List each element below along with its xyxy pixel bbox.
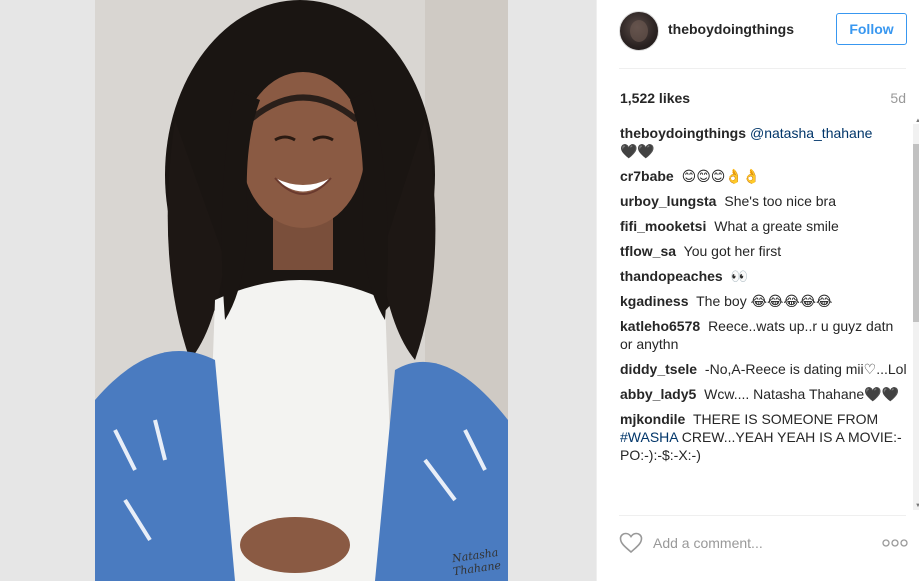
photo-area: Natasha Thahane xyxy=(0,0,596,581)
comment-text: Wcw.... Natasha Thahane🖤🖤 xyxy=(704,386,900,402)
comment-user[interactable]: abby_lady5 xyxy=(620,386,696,402)
post-header: theboydoingthings Follow xyxy=(597,0,919,68)
footer-divider xyxy=(619,515,906,516)
comment-text: What a greate smile xyxy=(714,218,839,234)
comment-text: The boy 😂😂😂😂😂 xyxy=(696,293,833,309)
comment-text: She's too nice bra xyxy=(724,193,836,209)
comment-user[interactable]: mjkondile xyxy=(620,411,685,427)
comment-hashtag[interactable]: #WASHA xyxy=(620,429,678,445)
comment-user[interactable]: kgadiness xyxy=(620,293,688,309)
comment-text: 😊😊😊👌👌 xyxy=(681,168,761,184)
comments-scrollbar[interactable] xyxy=(913,124,919,510)
scroll-up-arrow-icon[interactable]: ▲ xyxy=(915,118,919,124)
comment-item: diddy_tsele -No,A-Reece is dating mii♡..… xyxy=(620,360,908,378)
post-photo[interactable]: Natasha Thahane xyxy=(95,0,508,581)
comment-user[interactable]: urboy_lungsta xyxy=(620,193,716,209)
comment-text: THERE IS SOMEONE FROM xyxy=(693,411,879,427)
photo-illustration xyxy=(95,0,508,581)
username-link[interactable]: theboydoingthings xyxy=(668,21,794,37)
post-time[interactable]: 5d xyxy=(890,90,906,106)
heart-icon[interactable] xyxy=(619,532,643,554)
comment-user[interactable]: cr7babe xyxy=(620,168,674,184)
comments-list: theboydoingthings @natasha_thahane 🖤🖤 cr7… xyxy=(620,124,908,509)
comment-user[interactable]: tflow_sa xyxy=(620,243,676,259)
avatar[interactable] xyxy=(619,11,659,51)
comment-text: You got her first xyxy=(683,243,782,259)
scrollbar-thumb[interactable] xyxy=(913,144,919,322)
scroll-down-arrow-icon[interactable]: ▼ xyxy=(915,503,919,509)
comment-user[interactable]: diddy_tsele xyxy=(620,361,697,377)
comment-user[interactable]: thandopeaches xyxy=(620,268,723,284)
follow-button[interactable]: Follow xyxy=(836,13,907,45)
comment-user[interactable]: fifi_mooketsi xyxy=(620,218,706,234)
comment-text: 🖤🖤 xyxy=(620,143,655,159)
comment-text: -No,A-Reece is dating mii♡...Lol xyxy=(704,361,907,377)
comment-text: 👀 xyxy=(730,268,749,284)
comment-item: cr7babe 😊😊😊👌👌 xyxy=(620,167,908,185)
comment-item: fifi_mooketsi What a greate smile xyxy=(620,217,908,235)
post-details-panel: theboydoingthings Follow 1,522 likes 5d … xyxy=(596,0,919,581)
comment-mention[interactable]: @natasha_thahane xyxy=(750,125,872,141)
comment-item: theboydoingthings @natasha_thahane 🖤🖤 xyxy=(620,124,908,160)
comment-user[interactable]: katleho6578 xyxy=(620,318,700,334)
likes-count[interactable]: 1,522 likes xyxy=(620,90,690,106)
comment-item: abby_lady5 Wcw.... Natasha Thahane🖤🖤 xyxy=(620,385,908,403)
comment-item: katleho6578 Reece..wats up..r u guyz dat… xyxy=(620,317,908,353)
header-divider xyxy=(619,68,906,69)
comment-item: thandopeaches 👀 xyxy=(620,267,908,285)
comment-user[interactable]: theboydoingthings xyxy=(620,125,746,141)
add-comment-input[interactable] xyxy=(653,533,853,553)
comment-item: tflow_sa You got her first xyxy=(620,242,908,260)
more-options-icon[interactable] xyxy=(882,538,908,548)
comment-item: urboy_lungsta She's too nice bra xyxy=(620,192,908,210)
comment-item: mjkondile THERE IS SOMEONE FROM #WASHA C… xyxy=(620,410,908,464)
comment-item: kgadiness The boy 😂😂😂😂😂 xyxy=(620,292,908,310)
